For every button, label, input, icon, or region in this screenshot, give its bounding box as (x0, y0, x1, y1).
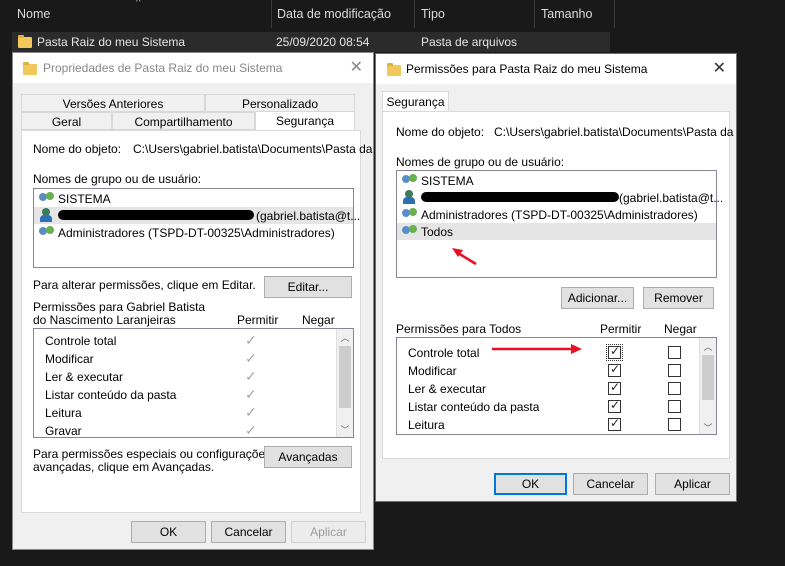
arrow-to-controle-total (492, 344, 582, 354)
arrow-to-todos (452, 248, 477, 266)
annotation-arrows (452, 248, 582, 354)
